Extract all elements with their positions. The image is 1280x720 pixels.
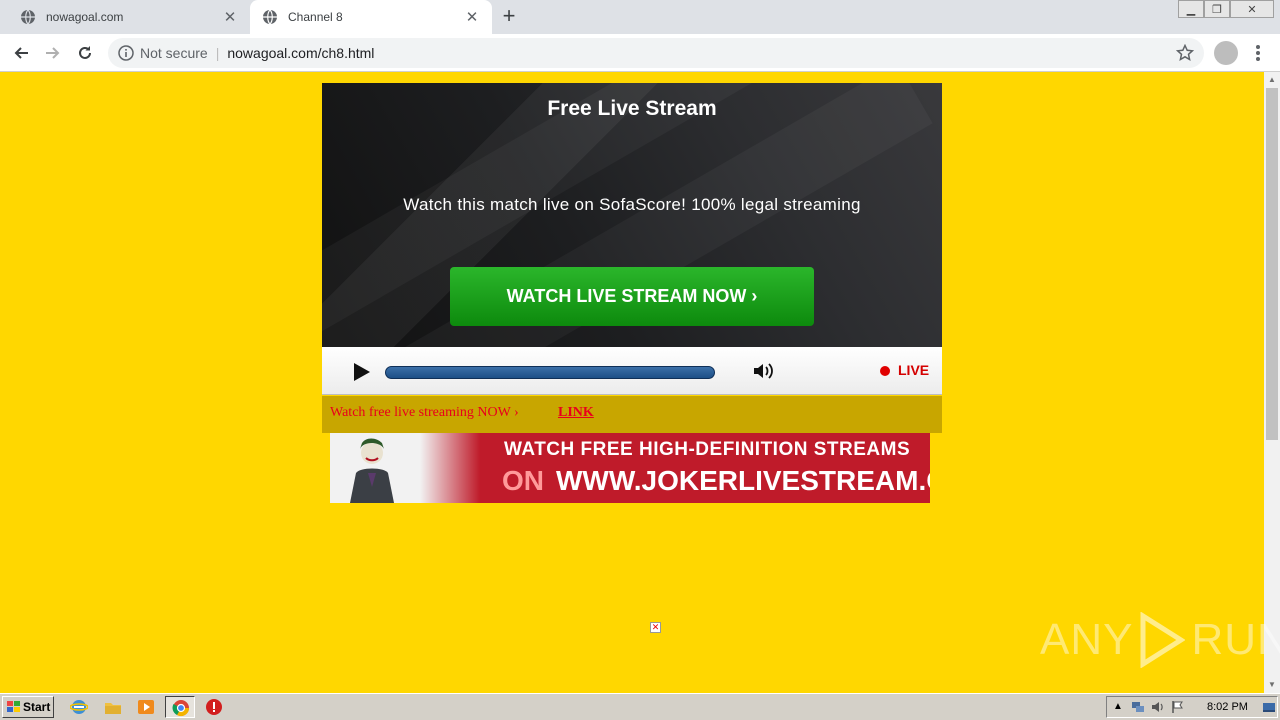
tab-title: nowagoal.com [46, 10, 124, 24]
system-tray: ▲ 8:02 PM [1106, 696, 1278, 718]
back-button[interactable] [8, 40, 34, 66]
video-player[interactable]: Free Live Stream Watch this match live o… [322, 83, 942, 347]
banner-on-text: ON [502, 465, 544, 496]
media-player-icon[interactable] [137, 698, 155, 716]
banner-site-url: WWW.JOKERLIVESTREAM.COM [556, 465, 930, 496]
anyrun-watermark: ANY RUN [1040, 612, 1280, 668]
window-controls: ▁ ❐ ✕ [1178, 0, 1274, 18]
scrollbar-thumb[interactable] [1266, 88, 1278, 440]
chrome-taskbar-button[interactable] [165, 696, 195, 718]
profile-avatar-icon[interactable] [1214, 41, 1238, 65]
address-separator: | [215, 45, 220, 61]
promo-link-bar: Watch free live streaming NOW › LINK [322, 396, 942, 433]
player-controls: LIVE [322, 347, 942, 395]
tab-strip: nowagoal.com ✕ Channel 8 ✕ + ▁ ❐ ✕ [0, 0, 1280, 34]
tab-channel-8[interactable]: Channel 8 ✕ [250, 0, 492, 34]
info-icon[interactable] [118, 45, 134, 61]
start-button[interactable]: Start [2, 696, 54, 718]
chrome-icon [172, 700, 190, 717]
minimize-button[interactable]: ▁ [1178, 0, 1204, 18]
close-tab-icon[interactable]: ✕ [464, 9, 480, 26]
page-scrollbar[interactable]: ▲ ▼ [1264, 72, 1280, 693]
address-bar[interactable]: Not secure | nowagoal.com/ch8.html [108, 38, 1204, 68]
globe-icon [263, 9, 277, 25]
show-desktop-icon[interactable] [1262, 700, 1276, 714]
reload-icon [79, 46, 91, 59]
banner-site-line: ON WWW.JOKERLIVESTREAM.COM [502, 465, 930, 497]
back-arrow-icon [14, 47, 28, 59]
stop-sign-icon[interactable] [205, 698, 223, 716]
progress-bar[interactable] [385, 366, 715, 379]
forward-button[interactable] [40, 40, 66, 66]
reload-button[interactable] [72, 40, 98, 66]
windows-taskbar: Start ▲ 8:02 PM [0, 693, 1280, 720]
close-window-button[interactable]: ✕ [1230, 0, 1274, 18]
scroll-up-icon[interactable]: ▲ [1264, 72, 1280, 88]
url-text[interactable]: nowagoal.com/ch8.html [227, 45, 374, 61]
player-title: Free Live Stream [547, 97, 717, 120]
player-subtitle: Watch this match live on SofaScore! 100%… [403, 195, 861, 214]
watch-live-stream-button[interactable]: WATCH LIVE STREAM NOW › [450, 267, 814, 326]
start-label: Start [23, 700, 51, 714]
tab-nowagoal[interactable]: nowagoal.com ✕ [8, 0, 250, 34]
browser-toolbar: Not secure | nowagoal.com/ch8.html [0, 34, 1280, 72]
live-label: LIVE [898, 362, 930, 378]
folder-icon[interactable] [104, 698, 122, 716]
clock[interactable]: 8:02 PM [1207, 701, 1248, 713]
watermark-left-text: ANY [1040, 615, 1134, 664]
scroll-down-icon[interactable]: ▼ [1264, 677, 1280, 693]
broken-image-icon: ✕ [650, 622, 661, 633]
new-tab-button[interactable]: + [498, 5, 520, 28]
live-indicator-dot [880, 366, 890, 376]
close-tab-icon[interactable]: ✕ [222, 9, 238, 26]
flag-icon[interactable] [1171, 700, 1185, 714]
jokerlivestream-banner[interactable]: WATCH FREE HIGH-DEFINITION STREAMS ON WWW… [330, 433, 930, 503]
volume-icon[interactable] [752, 361, 774, 381]
more-menu-icon[interactable] [1250, 42, 1266, 64]
show-hidden-icons-icon[interactable]: ▲ [1111, 700, 1125, 714]
star-icon[interactable] [1176, 44, 1194, 62]
play-triangle-icon [1140, 612, 1186, 668]
watermark-right-text: RUN [1191, 615, 1280, 664]
volume-tray-icon[interactable] [1151, 700, 1165, 714]
link-anchor[interactable]: LINK [558, 405, 594, 421]
windows-logo-icon [7, 701, 20, 712]
tab-title: Channel 8 [288, 10, 343, 24]
globe-icon [21, 9, 35, 25]
security-label: Not secure [140, 45, 208, 61]
watch-free-link[interactable]: Watch free live streaming NOW › [330, 405, 519, 421]
internet-explorer-icon[interactable] [70, 698, 88, 716]
forward-arrow-icon [46, 47, 60, 59]
play-icon[interactable] [354, 363, 370, 381]
network-icon[interactable] [1131, 700, 1145, 714]
restore-button[interactable]: ❐ [1204, 0, 1230, 18]
joker-figure-icon [350, 438, 394, 503]
banner-headline: WATCH FREE HIGH-DEFINITION STREAMS [504, 439, 911, 460]
